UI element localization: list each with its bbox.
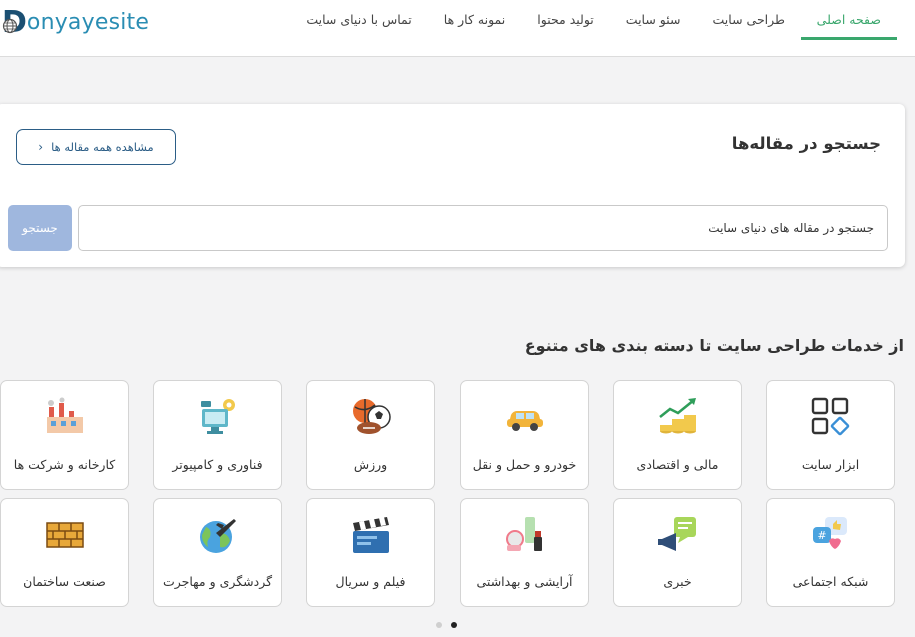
clapper-icon — [351, 515, 391, 555]
nav-content[interactable]: تولید محتوا — [521, 0, 610, 40]
nav-home[interactable]: صفحه اصلی — [801, 0, 897, 40]
category-label: آرایشی و بهداشتی — [461, 574, 588, 589]
sports-icon — [351, 397, 391, 437]
travel-icon — [198, 515, 238, 555]
carousel-dot-active[interactable] — [451, 622, 457, 628]
computer-icon — [198, 397, 238, 437]
grid-icon — [811, 397, 851, 437]
bricks-icon — [45, 515, 85, 555]
category-automotive[interactable]: خودرو و حمل و نقل — [460, 380, 589, 490]
nav-web-design[interactable]: طراحی سایت — [697, 0, 801, 40]
category-label: فناوری و کامپیوتر — [154, 457, 281, 472]
cosmetics-icon — [505, 515, 545, 555]
carousel-dot[interactable] — [436, 622, 442, 628]
main-nav: صفحه اصلی طراحی سایت سئو سایت تولید محتو… — [290, 0, 897, 40]
globe-icon — [2, 18, 18, 34]
article-search-input[interactable] — [78, 205, 888, 251]
category-travel[interactable]: گردشگری و مهاجرت — [153, 498, 282, 607]
category-label: کارخانه و شرکت ها — [1, 457, 128, 472]
category-label: خبری — [614, 574, 741, 589]
car-icon — [505, 397, 545, 437]
category-label: صنعت ساختمان — [1, 574, 128, 589]
category-factories[interactable]: کارخانه و شرکت ها — [0, 380, 129, 490]
nav-portfolio[interactable]: نمونه کار ها — [428, 0, 522, 40]
chevron-left-icon: ‹ — [38, 141, 43, 153]
category-cosmetics[interactable]: آرایشی و بهداشتی — [460, 498, 589, 607]
category-news[interactable]: خبری — [613, 498, 742, 607]
site-header: D onyayesite صفحه اصلی طراحی سایت سئو سا… — [0, 0, 915, 57]
article-search-card: جستجو در مقاله‌ها مشاهده همه مقاله ها ‹ … — [0, 104, 905, 267]
category-label: خودرو و حمل و نقل — [461, 457, 588, 472]
category-finance[interactable]: مالی و اقتصادی — [613, 380, 742, 490]
category-technology[interactable]: فناوری و کامپیوتر — [153, 380, 282, 490]
news-icon — [658, 515, 698, 555]
category-label: گردشگری و مهاجرت — [154, 574, 281, 589]
category-label: ورزش — [307, 457, 434, 472]
search-button[interactable]: جستجو — [8, 205, 72, 251]
category-site-tools[interactable]: ابزار سایت — [766, 380, 895, 490]
view-all-label: مشاهده همه مقاله ها — [51, 140, 154, 154]
view-all-articles-button[interactable]: مشاهده همه مقاله ها ‹ — [16, 129, 176, 165]
factory-icon — [45, 397, 85, 437]
category-label: فیلم و سریال — [307, 574, 434, 589]
nav-seo[interactable]: سئو سایت — [610, 0, 697, 40]
logo[interactable]: D onyayesite — [2, 6, 149, 40]
category-social[interactable]: # شبکه اجتماعی — [766, 498, 895, 607]
categories-title: از خدمات طراحی سایت تا دسته بندی های متن… — [525, 336, 904, 355]
category-construction[interactable]: صنعت ساختمان — [0, 498, 129, 607]
finance-icon — [658, 397, 698, 437]
category-label: شبکه اجتماعی — [767, 574, 894, 589]
category-label: ابزار سایت — [767, 457, 894, 472]
category-film[interactable]: فیلم و سریال — [306, 498, 435, 607]
social-icon: # — [811, 515, 851, 555]
nav-contact[interactable]: تماس با دنیای سایت — [290, 0, 427, 40]
search-title: جستجو در مقاله‌ها — [732, 134, 881, 153]
category-label: مالی و اقتصادی — [614, 457, 741, 472]
carousel-pagination — [436, 622, 457, 628]
svg-text:#: # — [817, 529, 826, 542]
logo-text: onyayesite — [27, 6, 149, 40]
category-sports[interactable]: ورزش — [306, 380, 435, 490]
